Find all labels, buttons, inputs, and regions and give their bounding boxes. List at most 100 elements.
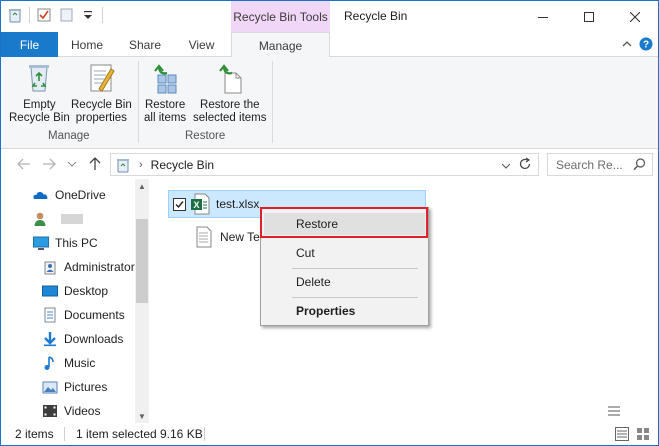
- manage-group-label: Manage: [48, 130, 90, 142]
- properties-check-icon[interactable]: [36, 7, 52, 23]
- nav-item-label: This PC: [55, 236, 98, 250]
- toolbar-divider: [29, 7, 30, 23]
- music-icon: [42, 355, 58, 371]
- recycle-bin-properties-icon: [85, 61, 117, 95]
- tab-file[interactable]: File: [1, 32, 58, 57]
- restore-selected-items-button[interactable]: Restore the selected items: [193, 61, 267, 125]
- close-button[interactable]: [612, 1, 658, 32]
- nav-item-documents[interactable]: Documents: [42, 304, 125, 326]
- status-divider: [64, 427, 65, 441]
- user-folder-icon: [42, 259, 58, 275]
- tab-share[interactable]: Share: [116, 32, 174, 57]
- svg-text:?: ?: [643, 40, 649, 51]
- text-file-icon: [194, 226, 214, 248]
- details-layout-icon[interactable]: [615, 427, 629, 444]
- empty-recycle-bin-label-1: Empty: [23, 99, 56, 111]
- restore-all-items-button[interactable]: Restore all items: [144, 61, 186, 125]
- scroll-up-arrow-icon[interactable]: ▲: [135, 179, 149, 193]
- context-menu: Restore Cut Delete Properties: [260, 207, 429, 326]
- file-name: test.xlsx: [216, 197, 260, 211]
- explorer-window: Recycle Bin Tools Recycle Bin File Home …: [0, 0, 659, 446]
- collapse-ribbon-icon[interactable]: [620, 37, 634, 51]
- recycle-bin-location-icon: [115, 157, 131, 173]
- breadcrumb-separator-icon[interactable]: ›: [139, 159, 143, 171]
- search-icon: [633, 158, 646, 174]
- minimize-button[interactable]: [520, 1, 566, 32]
- documents-icon: [42, 307, 58, 323]
- recycle-bin-properties-button[interactable]: Recycle Bin properties: [71, 61, 132, 125]
- restore-selected-label-2: selected items: [193, 112, 267, 124]
- nav-item-label: Administrator: [64, 260, 135, 274]
- svg-text:X: X: [193, 200, 199, 210]
- contextual-tab-group-label: Recycle Bin Tools: [231, 1, 330, 32]
- status-item-count: 2 items: [15, 427, 54, 441]
- scroll-thumb[interactable]: [136, 219, 148, 303]
- nav-item-label: OneDrive: [55, 188, 106, 202]
- up-arrow-icon[interactable]: [87, 156, 103, 172]
- context-menu-delete[interactable]: Delete: [264, 271, 425, 293]
- tab-home[interactable]: Home: [58, 32, 116, 57]
- downloads-icon: [42, 331, 58, 347]
- status-size: 9.16 KB: [160, 427, 203, 441]
- pictures-icon: [42, 379, 58, 395]
- context-menu-restore[interactable]: Restore: [264, 213, 425, 235]
- details-view-icon[interactable]: [608, 405, 620, 419]
- search-box[interactable]: Search Re...: [547, 153, 653, 176]
- nav-item-downloads[interactable]: Downloads: [42, 328, 123, 350]
- nav-item-label: Downloads: [64, 332, 124, 346]
- nav-item-pictures[interactable]: Pictures: [42, 376, 107, 398]
- ribbon: Empty Recycle Bin Recycle Bin properties…: [1, 57, 658, 149]
- nav-item-this-pc[interactable]: This PC: [33, 232, 98, 254]
- group-divider: [272, 61, 273, 143]
- new-folder-icon[interactable]: [58, 7, 74, 23]
- restore-group-label: Restore: [185, 130, 226, 142]
- tab-view[interactable]: View: [174, 32, 229, 57]
- nav-item-user[interactable]: [33, 208, 83, 230]
- address-dropdown-icon[interactable]: [501, 158, 511, 172]
- nav-item-music[interactable]: Music: [42, 352, 95, 374]
- restore-all-icon: [149, 61, 181, 95]
- context-menu-properties[interactable]: Properties: [264, 300, 425, 322]
- restore-all-label-1: Restore: [144, 99, 186, 111]
- navpane-scrollbar[interactable]: ▲ ▼: [135, 179, 149, 423]
- nav-item-label: Music: [64, 356, 96, 370]
- nav-item-onedrive[interactable]: OneDrive: [33, 184, 106, 206]
- customize-dropdown-icon[interactable]: [80, 7, 96, 23]
- maximize-icon: [584, 11, 594, 22]
- address-bar[interactable]: › Recycle Bin: [110, 153, 539, 176]
- ribbon-tabs: File Home Share View Manage ?: [1, 32, 658, 58]
- navigation-pane: OneDrive This PC Administrator Desktop D…: [1, 179, 149, 423]
- large-icons-layout-icon[interactable]: [636, 427, 650, 444]
- help-icon[interactable]: ?: [639, 37, 653, 51]
- status-bar: 2 items 1 item selected 9.16 KB: [1, 423, 658, 445]
- status-selection: 1 item selected: [76, 427, 157, 441]
- tab-manage[interactable]: Manage: [231, 32, 330, 58]
- close-icon: [630, 11, 640, 22]
- recycle-bin-icon[interactable]: [7, 7, 23, 23]
- menu-separator: [292, 268, 418, 269]
- restore-selected-icon: [214, 61, 246, 95]
- recent-locations-chevron-icon[interactable]: [64, 156, 80, 172]
- toolbar-divider: [102, 7, 103, 23]
- maximize-button[interactable]: [566, 1, 612, 32]
- empty-recycle-bin-button[interactable]: Empty Recycle Bin: [9, 61, 70, 125]
- breadcrumb-recycle-bin[interactable]: Recycle Bin: [151, 158, 214, 172]
- forward-arrow-icon[interactable]: [41, 156, 57, 172]
- nav-item-label: Videos: [64, 404, 101, 418]
- nav-item-label: Desktop: [64, 284, 109, 298]
- empty-recycle-bin-icon: [23, 61, 55, 95]
- back-arrow-icon[interactable]: [16, 156, 32, 172]
- onedrive-icon: [33, 187, 49, 203]
- user-icon: [33, 211, 49, 227]
- file-item-new-text[interactable]: New Tex: [190, 223, 266, 251]
- redacted-username: [61, 214, 83, 224]
- nav-item-label: Pictures: [64, 380, 108, 394]
- nav-item-administrator[interactable]: Administrator: [42, 256, 135, 278]
- selection-checkbox[interactable]: [173, 197, 186, 211]
- context-menu-cut[interactable]: Cut: [264, 242, 425, 264]
- nav-item-videos[interactable]: Videos: [42, 400, 100, 422]
- scroll-down-arrow-icon[interactable]: ▼: [135, 409, 149, 423]
- nav-item-desktop[interactable]: Desktop: [42, 280, 108, 302]
- refresh-icon[interactable]: [518, 157, 532, 174]
- quick-access-toolbar: [7, 7, 103, 23]
